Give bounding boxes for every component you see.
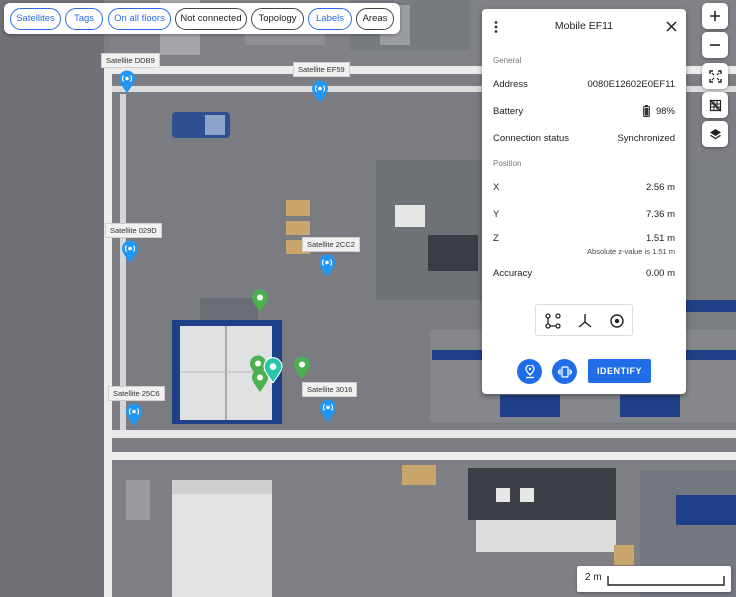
- scale-bar: 2 m: [577, 566, 731, 592]
- address-value: 0080E12602E0EF11: [587, 79, 675, 90]
- device-detail-panel: Mobile EF11 General Address 0080E12602E0…: [482, 9, 686, 394]
- zoom-in-icon: [710, 11, 720, 21]
- satellite-label: Satellite 2CC2: [302, 237, 360, 252]
- tag-pin-icon[interactable]: [293, 356, 311, 380]
- chip-all-floors[interactable]: On all floors: [108, 8, 171, 30]
- battery-value: 98%: [655, 106, 675, 117]
- chip-labels[interactable]: Labels: [308, 8, 352, 30]
- chip-areas[interactable]: Areas: [356, 8, 394, 30]
- satellite-pin-icon[interactable]: [319, 399, 337, 423]
- satellite-pin-icon[interactable]: [318, 254, 336, 278]
- satellite-label: Satellite 029D: [105, 223, 162, 238]
- fit-screen-icon: [708, 69, 722, 83]
- satellite-pin-icon[interactable]: [311, 80, 329, 104]
- connection-status-value: Synchronized: [617, 133, 675, 144]
- satellite-label: Satellite 25C6: [108, 386, 165, 401]
- satellite-pin-icon[interactable]: [121, 240, 139, 264]
- y-label: Y: [493, 209, 500, 220]
- section-position: Position: [493, 159, 522, 168]
- grid-toggle-button[interactable]: [702, 92, 728, 118]
- chip-satellites[interactable]: Satellites: [10, 8, 61, 30]
- selected-tag-pin-icon[interactable]: [263, 357, 283, 384]
- chip-tags[interactable]: Tags: [65, 8, 103, 30]
- locate-button[interactable]: [517, 359, 542, 384]
- section-general: General: [493, 56, 522, 65]
- chip-topology[interactable]: Topology: [251, 8, 304, 30]
- topology-icon[interactable]: [544, 312, 562, 330]
- satellite-pin-icon[interactable]: [125, 403, 143, 427]
- vibrate-icon: [557, 365, 572, 378]
- panel-title: Mobile EF11: [554, 20, 614, 32]
- layers-button[interactable]: [702, 121, 728, 147]
- x-value: 2.56 m: [645, 182, 675, 193]
- address-label: Address: [493, 79, 528, 90]
- vibrate-button[interactable]: [552, 359, 577, 384]
- x-label: X: [493, 182, 500, 193]
- z-label: Z: [493, 233, 499, 244]
- location-pin-icon: [524, 364, 535, 378]
- battery-label: Battery: [493, 106, 524, 117]
- zoom-out-button[interactable]: [702, 32, 728, 58]
- target-icon[interactable]: [608, 312, 626, 330]
- axes-icon[interactable]: [576, 312, 594, 330]
- scale-label: 2 m: [585, 572, 602, 583]
- z-absolute-note: Absolute z-value is 1.51 m: [587, 247, 675, 256]
- accuracy-label: Accuracy: [493, 268, 533, 279]
- chip-not-connected[interactable]: Not connected: [175, 8, 247, 30]
- accuracy-value: 0.00 m: [645, 268, 675, 279]
- battery-icon: [643, 105, 650, 117]
- z-value: 1.51 m: [645, 233, 675, 244]
- close-icon[interactable]: [666, 21, 677, 32]
- connection-status-label: Connection status: [493, 133, 570, 144]
- filter-chip-bar: Satellites Tags On all floors Not connec…: [4, 3, 400, 34]
- zoom-in-button[interactable]: [702, 3, 728, 29]
- identify-button[interactable]: IDENTIFY: [588, 359, 651, 383]
- y-value: 7.36 m: [645, 209, 675, 220]
- satellite-label: Satellite DDB9: [101, 53, 160, 68]
- scale-line: [607, 576, 725, 586]
- satellite-label: Satellite 3016: [302, 382, 358, 397]
- grid-off-icon: [709, 99, 721, 111]
- tag-pin-icon[interactable]: [251, 289, 269, 313]
- position-tool-group: [535, 304, 633, 336]
- fit-screen-button[interactable]: [702, 63, 728, 89]
- satellite-label: Satellite EF59: [293, 62, 350, 77]
- layers-icon: [709, 128, 721, 139]
- satellite-pin-icon[interactable]: [118, 70, 136, 94]
- zoom-out-icon: [710, 44, 720, 46]
